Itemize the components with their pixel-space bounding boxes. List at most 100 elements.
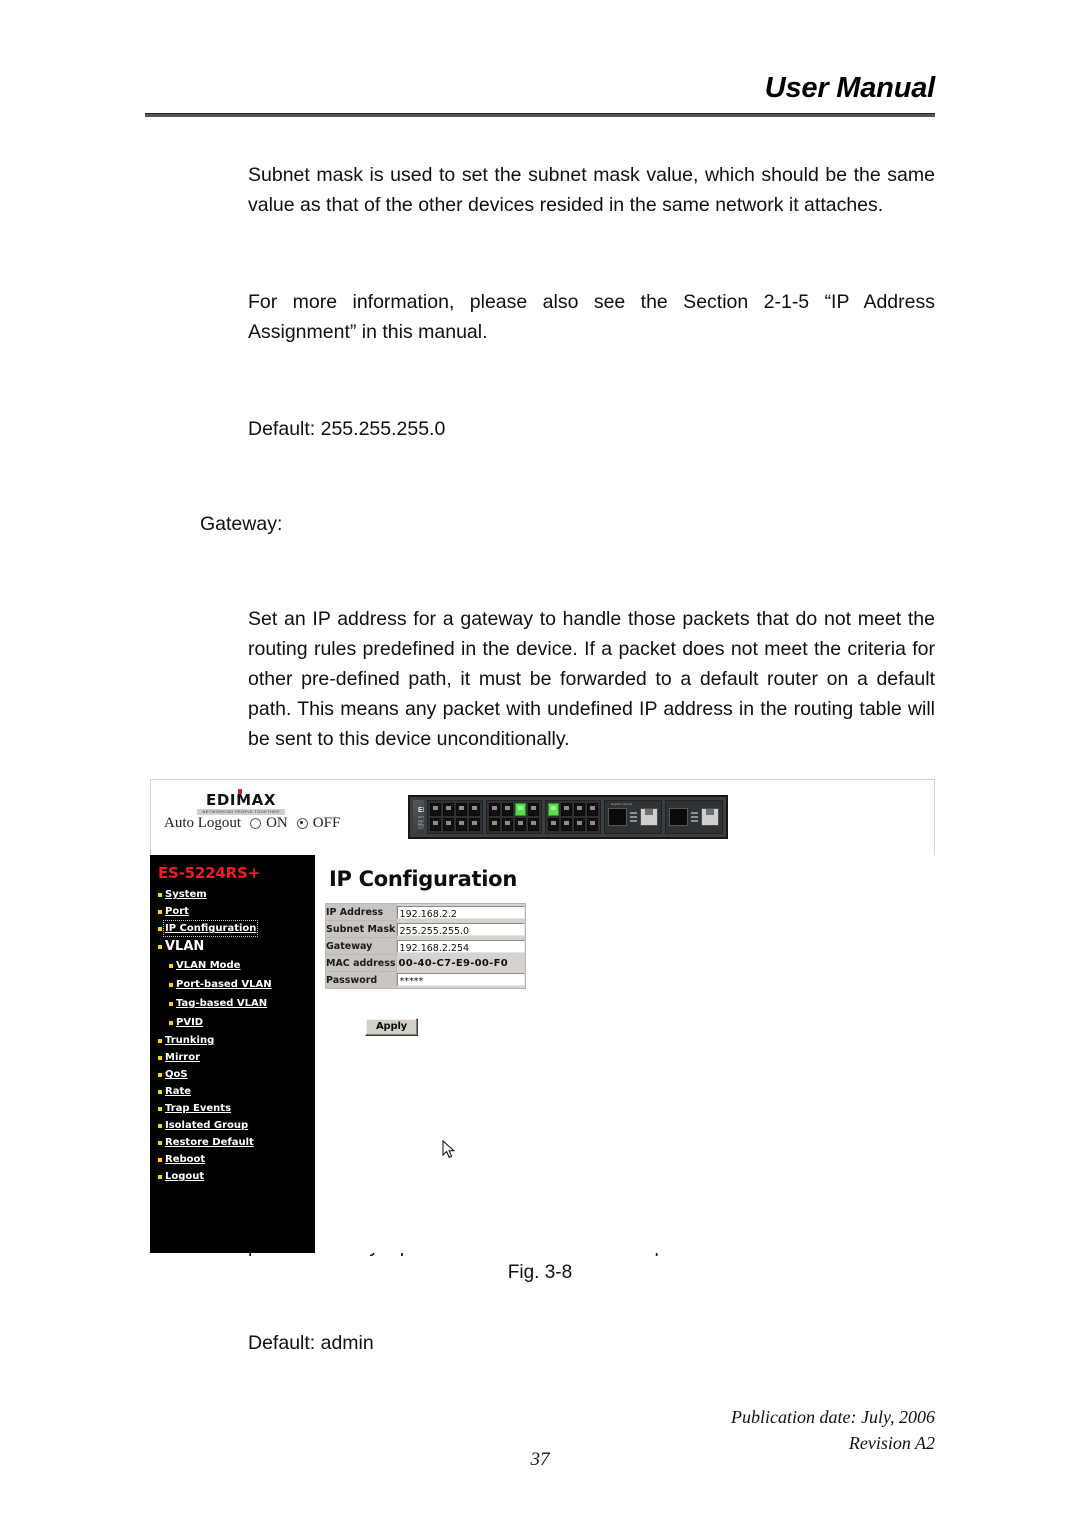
default-subnet-mask: Default: 255.255.255.0 — [248, 417, 446, 440]
sidebar-item-system[interactable]: System — [150, 886, 315, 903]
bullet-icon — [158, 1038, 162, 1043]
port-row-bottom — [548, 818, 598, 831]
port — [561, 803, 572, 816]
port — [430, 803, 441, 816]
sidebar-item-label: Trap Events — [165, 1103, 232, 1114]
sidebar-item-label: PVID — [176, 1017, 204, 1028]
bullet-icon — [158, 1174, 162, 1179]
bullet-icon — [158, 909, 162, 914]
sidebar-item-label: Mirror — [165, 1052, 201, 1063]
sidebar-item-qos[interactable]: QoS — [150, 1066, 315, 1083]
sidebar-item-trap-events[interactable]: Trap Events — [150, 1100, 315, 1117]
radio-on-label: ON — [266, 815, 288, 831]
bullet-icon — [158, 1106, 162, 1111]
field-value-cell: 00-40-C7-E9-00-F0 — [396, 954, 526, 972]
bullet-icon — [169, 1020, 173, 1025]
gateway-input[interactable]: 192.168.2.254 — [396, 939, 525, 953]
app-main-panel: IP Configuration IP Address 192.168.2.2 Su… — [315, 855, 935, 1253]
auto-logout-label: Auto Logout — [164, 815, 242, 831]
port — [443, 818, 454, 831]
sidebar-item-label: VLAN Mode — [176, 960, 241, 971]
sidebar-item-trunking[interactable]: Trunking — [150, 1032, 315, 1049]
sidebar-item-label: Rate — [165, 1086, 192, 1097]
sidebar-item-label: Logout — [165, 1171, 205, 1182]
port — [456, 803, 467, 816]
heading-gateway: Gateway: — [200, 512, 283, 535]
port — [489, 803, 500, 816]
sidebar-item-port-based-vlan[interactable]: Port-based VLAN — [150, 975, 315, 994]
port-bank-3 — [545, 800, 601, 834]
mouse-cursor-icon — [442, 1139, 456, 1160]
paragraph-gateway: Set an IP address for a gateway to handl… — [248, 607, 935, 750]
sidebar-item-label: Port — [165, 906, 189, 917]
port-row-top — [430, 803, 480, 816]
figure-caption: Fig. 3-8 — [507, 1262, 573, 1283]
port-row-bottom — [430, 818, 480, 831]
port — [528, 818, 539, 831]
form-row: Subnet Mask 255.255.255.0 — [325, 920, 526, 938]
sidebar-item-ip-configuration[interactable]: IP Configuration — [150, 920, 315, 937]
page-header: User Manual — [145, 72, 935, 117]
sidebar-item-label: Tag-based VLAN — [176, 998, 268, 1009]
port — [548, 818, 559, 831]
bullet-icon — [158, 1089, 162, 1094]
radio-auto-logout-on[interactable] — [250, 818, 262, 829]
port — [502, 818, 513, 831]
uplink-bank-1: Gigabit Uplink — [604, 800, 662, 834]
port-bank-2 — [486, 800, 542, 834]
ip-address-input[interactable]: 192.168.2.2 — [396, 905, 525, 919]
radio-off-label: OFF — [312, 815, 341, 831]
apply-button[interactable]: Apply — [365, 1018, 419, 1036]
sidebar-item-mirror[interactable]: Mirror — [150, 1049, 315, 1066]
sidebar-item-label: IP Configuration — [162, 920, 259, 937]
device-brand-plate: EDIMAX NETWORKING PEOPLE TOGETHER ES-522… — [413, 800, 424, 834]
port — [515, 818, 526, 831]
bullet-icon — [169, 982, 173, 987]
bullet-icon — [169, 963, 173, 968]
field-label: Gateway — [325, 937, 397, 955]
port — [528, 803, 539, 816]
port — [574, 803, 585, 816]
radio-auto-logout-off[interactable] — [296, 818, 308, 829]
sidebar-item-port[interactable]: Port — [150, 903, 315, 920]
port-row-top — [548, 803, 598, 816]
bullet-icon — [158, 1140, 162, 1145]
field-value-cell: 255.255.255.0 — [396, 920, 526, 938]
sidebar-item-label: VLAN — [165, 939, 205, 954]
sidebar-item-restore-default[interactable]: Restore Default — [150, 1134, 315, 1151]
bullet-icon — [169, 1001, 173, 1006]
sidebar-item-rate[interactable]: Rate — [150, 1083, 315, 1100]
bullet-icon — [158, 926, 162, 931]
edimax-logo-dot — [238, 789, 242, 794]
sidebar-item-vlan-mode[interactable]: VLAN Mode — [150, 956, 315, 975]
password-input[interactable]: ***** — [396, 973, 525, 987]
device-gloss — [413, 800, 424, 834]
sidebar-item-tag-based-vlan[interactable]: Tag-based VLAN — [150, 994, 315, 1013]
field-label: MAC address — [325, 954, 397, 972]
field-value-cell: 192.168.2.2 — [396, 903, 526, 921]
page-number: 37 — [530, 1449, 550, 1470]
subnet-mask-input[interactable]: 255.255.255.0 — [396, 922, 525, 936]
sidebar-item-label: QoS — [165, 1069, 188, 1080]
form-row: Gateway 192.168.2.254 — [325, 937, 526, 955]
bullet-icon — [158, 1157, 162, 1162]
uplink-bank-2 — [665, 800, 723, 834]
port — [561, 818, 572, 831]
form-row: Password ***** — [325, 971, 526, 989]
sidebar-item-reboot[interactable]: Reboot — [150, 1151, 315, 1168]
switch-device-photo: EDIMAX NETWORKING PEOPLE TOGETHER ES-522… — [408, 795, 728, 839]
sidebar-item-label: Trunking — [165, 1035, 215, 1046]
sidebar-item-logout[interactable]: Logout — [150, 1168, 315, 1185]
app-topbar: EDIMAX NETWORKING PEOPLE TOGETHER Auto L… — [150, 779, 935, 855]
form-row: MAC address 00-40-C7-E9-00-F0 — [325, 954, 526, 972]
port — [430, 818, 441, 831]
port — [469, 803, 480, 816]
sidebar-item-isolated-group[interactable]: Isolated Group — [150, 1117, 315, 1134]
sidebar-item-vlan[interactable]: VLAN — [150, 937, 315, 956]
sidebar-item-label: Isolated Group — [165, 1120, 249, 1131]
port — [469, 818, 480, 831]
field-value-cell: 192.168.2.254 — [396, 937, 526, 955]
uplink-port — [640, 808, 658, 826]
sidebar-item-pvid[interactable]: PVID — [150, 1013, 315, 1032]
uplink-port — [701, 808, 719, 826]
